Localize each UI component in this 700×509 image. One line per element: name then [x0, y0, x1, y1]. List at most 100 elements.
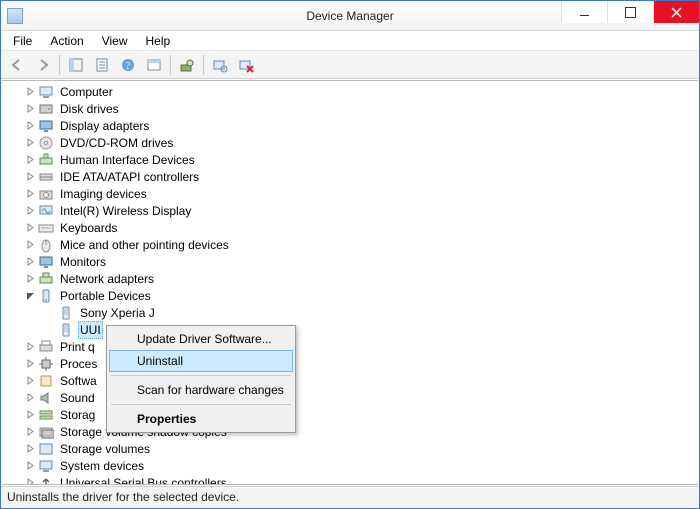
ctx-properties[interactable]: Properties: [109, 408, 293, 430]
app-icon: [7, 8, 23, 24]
category-icon: [38, 220, 54, 236]
tree-item[interactable]: Storage volumes: [4, 440, 698, 457]
expand-icon[interactable]: [24, 392, 36, 404]
category-icon: [38, 186, 54, 202]
tree-item[interactable]: Keyboards: [4, 219, 698, 236]
expand-icon[interactable]: [24, 188, 36, 200]
tree-item-label: Display adapters: [58, 118, 151, 134]
tree-item[interactable]: Network adapters: [4, 270, 698, 287]
category-icon: [38, 458, 54, 474]
expand-icon[interactable]: [24, 120, 36, 132]
device-manager-window: Device Manager File Action View Help: [0, 0, 700, 509]
tree-item[interactable]: Intel(R) Wireless Display: [4, 202, 698, 219]
expand-icon[interactable]: [24, 154, 36, 166]
ctx-uninstall[interactable]: Uninstall: [109, 350, 293, 372]
expand-icon[interactable]: [24, 273, 36, 285]
tree-item-label: Intel(R) Wireless Display: [58, 203, 193, 219]
expand-icon[interactable]: [24, 239, 36, 251]
tree-item-label: Keyboards: [58, 220, 119, 236]
category-icon: [38, 356, 54, 372]
close-button[interactable]: [653, 1, 699, 23]
collapse-icon[interactable]: [24, 290, 36, 302]
category-icon: [38, 237, 54, 253]
expand-icon[interactable]: [24, 443, 36, 455]
update-driver-button[interactable]: [175, 53, 199, 77]
tree-item-label: Imaging devices: [58, 186, 149, 202]
tree-item[interactable]: Monitors: [4, 253, 698, 270]
expand-icon[interactable]: [24, 409, 36, 421]
tree-item-label: Proces: [58, 356, 99, 372]
category-icon: [38, 152, 54, 168]
show-hide-console-tree-button[interactable]: [64, 53, 88, 77]
tree-item-label: Portable Devices: [58, 288, 153, 304]
tree-item-label: Human Interface Devices: [58, 152, 197, 168]
tree-item-label: Sony Xperia J: [78, 305, 157, 321]
uninstall-button[interactable]: [234, 53, 258, 77]
menubar: File Action View Help: [1, 31, 699, 51]
ctx-update-driver[interactable]: Update Driver Software...: [109, 328, 293, 350]
ctx-separator: [111, 404, 291, 405]
tree-item[interactable]: Universal Serial Bus controllers: [4, 474, 698, 484]
action-button[interactable]: [142, 53, 166, 77]
tree-item-label: Storage volumes: [58, 441, 152, 457]
expand-icon[interactable]: [24, 222, 36, 234]
window-title: Device Manager: [306, 9, 393, 23]
device-icon: [58, 322, 74, 338]
category-icon: [38, 118, 54, 134]
expand-icon[interactable]: [24, 426, 36, 438]
minimize-button[interactable]: [561, 1, 607, 23]
expand-icon[interactable]: [24, 137, 36, 149]
category-icon: [38, 135, 54, 151]
tree-item[interactable]: System devices: [4, 457, 698, 474]
tree-item[interactable]: Human Interface Devices: [4, 151, 698, 168]
category-icon: [38, 373, 54, 389]
tree-item-label: Sound: [58, 390, 97, 406]
properties-button[interactable]: [90, 53, 114, 77]
ctx-scan-hardware[interactable]: Scan for hardware changes: [109, 379, 293, 401]
expand-icon[interactable]: [24, 460, 36, 472]
expand-icon[interactable]: [24, 477, 36, 485]
tree-item-label: Mice and other pointing devices: [58, 237, 231, 253]
menu-view[interactable]: View: [94, 32, 136, 50]
separator: [203, 55, 204, 75]
tree-item[interactable]: Disk drives: [4, 100, 698, 117]
statusbar: Uninstalls the driver for the selected d…: [1, 486, 699, 508]
expand-icon[interactable]: [24, 256, 36, 268]
tree-item[interactable]: IDE ATA/ATAPI controllers: [4, 168, 698, 185]
tree-item[interactable]: Computer: [4, 83, 698, 100]
window-controls: [561, 1, 699, 23]
tree-item[interactable]: Mice and other pointing devices: [4, 236, 698, 253]
tree-item[interactable]: Display adapters: [4, 117, 698, 134]
tree-item[interactable]: Imaging devices: [4, 185, 698, 202]
expand-icon[interactable]: [24, 103, 36, 115]
tree-item[interactable]: Sony Xperia J: [4, 304, 698, 321]
maximize-button[interactable]: [607, 1, 653, 23]
menu-action[interactable]: Action: [42, 32, 91, 50]
menu-help[interactable]: Help: [138, 32, 179, 50]
device-icon: [58, 305, 74, 321]
tree-item-label: Print q: [58, 339, 97, 355]
forward-button[interactable]: [31, 53, 55, 77]
tree-item-label: System devices: [58, 458, 146, 474]
expand-icon[interactable]: [24, 171, 36, 183]
tree-item[interactable]: DVD/CD-ROM drives: [4, 134, 698, 151]
expand-icon[interactable]: [24, 375, 36, 387]
expand-icon[interactable]: [24, 205, 36, 217]
tree-item-label: DVD/CD-ROM drives: [58, 135, 175, 151]
toolbar: ?: [1, 51, 699, 79]
help-button[interactable]: ?: [116, 53, 140, 77]
category-icon: [38, 390, 54, 406]
expand-icon[interactable]: [24, 86, 36, 98]
tree-item-label: Softwa: [58, 373, 99, 389]
tree-item-label: Universal Serial Bus controllers: [58, 475, 229, 485]
expand-icon[interactable]: [24, 358, 36, 370]
back-button[interactable]: [5, 53, 29, 77]
menu-file[interactable]: File: [5, 32, 40, 50]
category-icon: [38, 288, 54, 304]
scan-hardware-button[interactable]: [208, 53, 232, 77]
tree-item[interactable]: Portable Devices: [4, 287, 698, 304]
separator: [59, 55, 60, 75]
tree-item-label: IDE ATA/ATAPI controllers: [58, 169, 201, 185]
category-icon: [38, 169, 54, 185]
expand-icon[interactable]: [24, 341, 36, 353]
